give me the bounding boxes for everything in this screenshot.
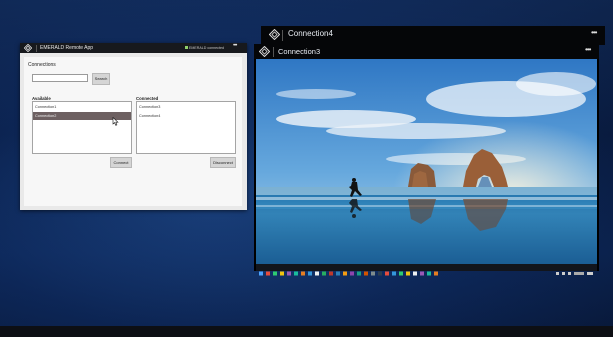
more-options-button[interactable]: ••• — [591, 28, 597, 37]
app-title: EMERALD Remote App — [40, 45, 94, 51]
more-options-button[interactable]: ••• — [585, 45, 591, 54]
beach-landscape-image — [256, 59, 597, 264]
connect-button[interactable]: Connect — [110, 157, 132, 168]
list-item[interactable]: Connection3 — [137, 103, 235, 111]
search-button[interactable]: Search — [92, 73, 110, 85]
list-item[interactable]: Connection4 — [137, 112, 235, 120]
disconnect-button[interactable]: Disconnect — [210, 157, 236, 168]
connection-status: EMERALD connected — [185, 46, 224, 50]
search-input[interactable] — [32, 74, 88, 82]
remote-desktop-wallpaper[interactable] — [256, 59, 597, 264]
status-dot-icon — [185, 46, 188, 50]
connections-panel: Connections Search Available Connection1… — [24, 57, 242, 206]
title-separator — [36, 45, 37, 52]
available-list[interactable]: Connection1 Connection2 — [32, 101, 132, 154]
title-separator — [282, 30, 283, 41]
list-item[interactable]: Connection1 — [33, 103, 131, 111]
more-options-button[interactable]: ••• — [233, 43, 237, 49]
status-text: EMERALD connected — [189, 45, 224, 50]
title-separator — [273, 47, 274, 57]
emerald-logo-icon — [24, 44, 32, 52]
emerald-logo-icon — [259, 46, 270, 57]
connected-list[interactable]: Connection3 Connection4 — [136, 101, 236, 154]
emerald-logo-icon — [269, 29, 280, 40]
taskbar-icons — [259, 271, 593, 276]
window-title: Connection3 — [278, 47, 321, 56]
app-titlebar[interactable]: EMERALD Remote App EMERALD connected ••• — [20, 43, 247, 53]
connection4-window[interactable]: Connection4 ••• — [261, 26, 605, 45]
remote-taskbar[interactable] — [256, 264, 597, 276]
window-titlebar[interactable]: Connection3 ••• — [254, 44, 599, 59]
window-title: Connection4 — [288, 29, 333, 38]
section-title: Connections — [28, 62, 56, 68]
emerald-app-window[interactable]: EMERALD Remote App EMERALD connected •••… — [20, 43, 247, 210]
host-taskbar[interactable] — [0, 326, 613, 337]
mouse-pointer-icon — [112, 117, 119, 126]
connection3-window[interactable]: Connection3 ••• — [254, 44, 599, 276]
